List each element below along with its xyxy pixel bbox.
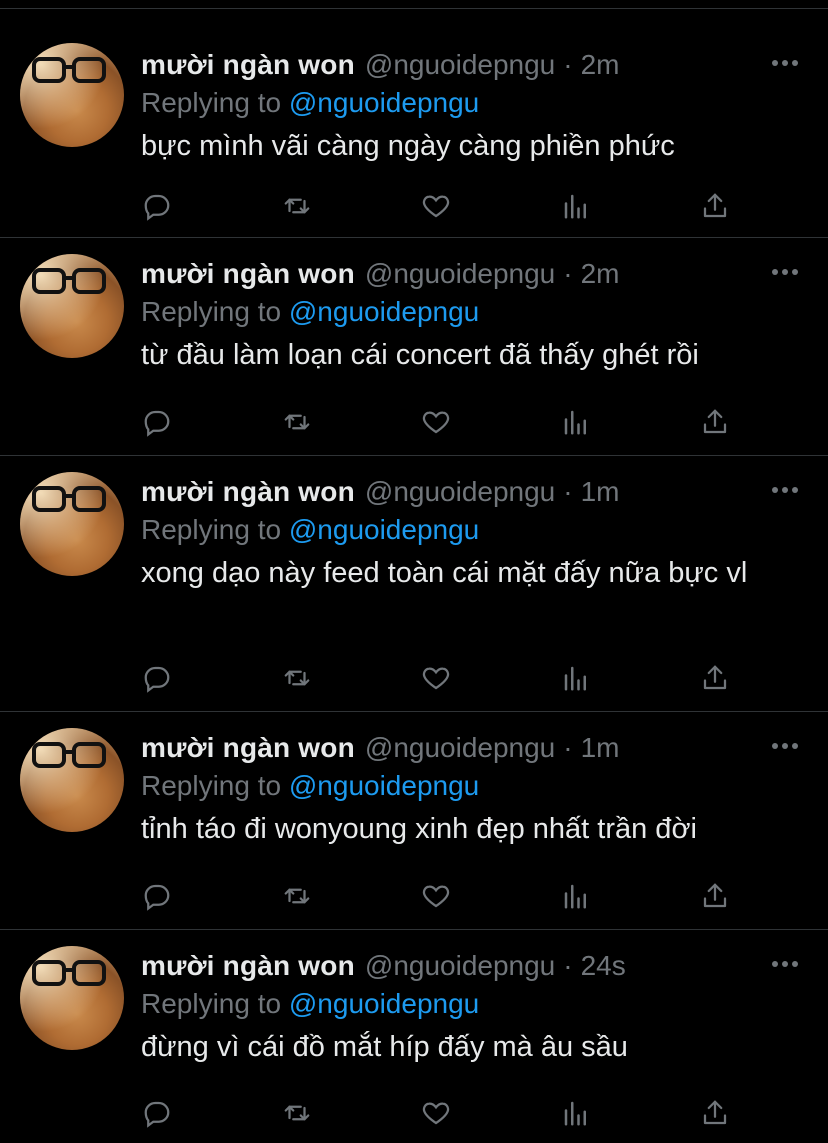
author-name[interactable]: mười ngàn won bbox=[141, 49, 355, 81]
timestamp[interactable]: 24s bbox=[581, 950, 626, 982]
avatar[interactable] bbox=[20, 472, 124, 576]
mention-link[interactable]: @nguoidepngu bbox=[289, 770, 479, 801]
replying-to: Replying to @nguoidepngu bbox=[141, 296, 828, 330]
tweet[interactable]: mười ngàn won @nguoidepngu · 1m Replying… bbox=[0, 456, 828, 712]
glasses-illustration bbox=[32, 486, 106, 512]
tweet[interactable]: mười ngàn won @nguoidepngu · 2m Replying… bbox=[0, 238, 828, 456]
author-name[interactable]: mười ngàn won bbox=[141, 476, 355, 508]
separator: · bbox=[563, 732, 573, 763]
analytics-icon[interactable] bbox=[560, 406, 592, 438]
reply-icon[interactable] bbox=[141, 1097, 173, 1129]
reply-icon[interactable] bbox=[141, 662, 173, 694]
tweet-actions bbox=[141, 662, 731, 694]
heart-icon[interactable] bbox=[420, 662, 452, 694]
heart-icon[interactable] bbox=[420, 880, 452, 912]
more-horizontal-icon[interactable] bbox=[772, 484, 798, 496]
replying-prefix: Replying to bbox=[141, 514, 282, 545]
author-handle[interactable]: @nguoidepngu bbox=[365, 732, 555, 764]
timestamp[interactable]: 1m bbox=[581, 732, 620, 764]
analytics-icon[interactable] bbox=[560, 880, 592, 912]
retweet-icon[interactable] bbox=[281, 406, 313, 438]
tweet-text: bực mình vãi càng ngày càng phiền phức bbox=[141, 130, 675, 162]
author-name[interactable]: mười ngàn won bbox=[141, 732, 355, 764]
analytics-icon[interactable] bbox=[560, 190, 592, 222]
analytics-icon[interactable] bbox=[560, 662, 592, 694]
retweet-icon[interactable] bbox=[281, 1097, 313, 1129]
share-icon[interactable] bbox=[699, 190, 731, 222]
reply-icon[interactable] bbox=[141, 190, 173, 222]
retweet-icon[interactable] bbox=[281, 880, 313, 912]
share-icon[interactable] bbox=[699, 662, 731, 694]
share-icon[interactable] bbox=[699, 880, 731, 912]
author-name[interactable]: mười ngàn won bbox=[141, 258, 355, 290]
more-horizontal-icon[interactable] bbox=[772, 740, 798, 752]
separator: · bbox=[563, 950, 573, 981]
replying-to: Replying to @nguoidepngu bbox=[141, 988, 828, 1022]
more-horizontal-icon[interactable] bbox=[772, 266, 798, 278]
glasses-illustration bbox=[32, 57, 106, 83]
avatar[interactable] bbox=[20, 728, 124, 832]
heart-icon[interactable] bbox=[420, 190, 452, 222]
separator: · bbox=[563, 49, 573, 80]
tweet-text: đừng vì cái đồ mắt híp đấy mà âu sầu bbox=[141, 1031, 628, 1063]
author-handle[interactable]: @nguoidepngu bbox=[365, 950, 555, 982]
avatar[interactable] bbox=[20, 254, 124, 358]
tweet-actions bbox=[141, 1097, 731, 1129]
tweet-text: tỉnh táo đi wonyoung xinh đẹp nhất trần … bbox=[141, 813, 697, 845]
separator: · bbox=[563, 476, 573, 507]
tweet[interactable]: mười ngàn won @nguoidepngu · 2m Replying… bbox=[0, 8, 828, 238]
more-horizontal-icon[interactable] bbox=[772, 57, 798, 69]
author-name[interactable]: mười ngàn won bbox=[141, 950, 355, 982]
replying-prefix: Replying to bbox=[141, 770, 282, 801]
tweet-actions bbox=[141, 406, 731, 438]
tweet-text: xong dạo này feed toàn cái mặt đấy nữa b… bbox=[141, 557, 748, 589]
share-icon[interactable] bbox=[699, 1097, 731, 1129]
tweet[interactable]: mười ngàn won @nguoidepngu · 1m Replying… bbox=[0, 712, 828, 930]
replying-to: Replying to @nguoidepngu bbox=[141, 770, 828, 804]
replying-prefix: Replying to bbox=[141, 988, 282, 1019]
tweet[interactable]: mười ngàn won @nguoidepngu · 24s Replyin… bbox=[0, 930, 828, 1143]
mention-link[interactable]: @nguoidepngu bbox=[289, 296, 479, 327]
replying-to: Replying to @nguoidepngu bbox=[141, 87, 828, 121]
replying-to: Replying to @nguoidepngu bbox=[141, 514, 828, 548]
separator: · bbox=[563, 258, 573, 289]
retweet-icon[interactable] bbox=[281, 662, 313, 694]
tweet-actions bbox=[141, 190, 731, 222]
more-horizontal-icon[interactable] bbox=[772, 958, 798, 970]
author-handle[interactable]: @nguoidepngu bbox=[365, 49, 555, 81]
glasses-illustration bbox=[32, 268, 106, 294]
mention-link[interactable]: @nguoidepngu bbox=[289, 514, 479, 545]
glasses-illustration bbox=[32, 960, 106, 986]
replying-prefix: Replying to bbox=[141, 87, 282, 118]
mention-link[interactable]: @nguoidepngu bbox=[289, 87, 479, 118]
analytics-icon[interactable] bbox=[560, 1097, 592, 1129]
timestamp[interactable]: 2m bbox=[581, 49, 620, 81]
tweet-text: từ đầu làm loạn cái concert đã thấy ghét… bbox=[141, 339, 699, 371]
reply-thread: mười ngàn won @nguoidepngu · 2m Replying… bbox=[0, 0, 828, 1143]
heart-icon[interactable] bbox=[420, 406, 452, 438]
reply-icon[interactable] bbox=[141, 880, 173, 912]
tweet-actions bbox=[141, 880, 731, 912]
replying-prefix: Replying to bbox=[141, 296, 282, 327]
avatar[interactable] bbox=[20, 43, 124, 147]
author-handle[interactable]: @nguoidepngu bbox=[365, 476, 555, 508]
avatar[interactable] bbox=[20, 946, 124, 1050]
timestamp[interactable]: 1m bbox=[581, 476, 620, 508]
timestamp[interactable]: 2m bbox=[581, 258, 620, 290]
heart-icon[interactable] bbox=[420, 1097, 452, 1129]
mention-link[interactable]: @nguoidepngu bbox=[289, 988, 479, 1019]
reply-icon[interactable] bbox=[141, 406, 173, 438]
author-handle[interactable]: @nguoidepngu bbox=[365, 258, 555, 290]
retweet-icon[interactable] bbox=[281, 190, 313, 222]
share-icon[interactable] bbox=[699, 406, 731, 438]
glasses-illustration bbox=[32, 742, 106, 768]
